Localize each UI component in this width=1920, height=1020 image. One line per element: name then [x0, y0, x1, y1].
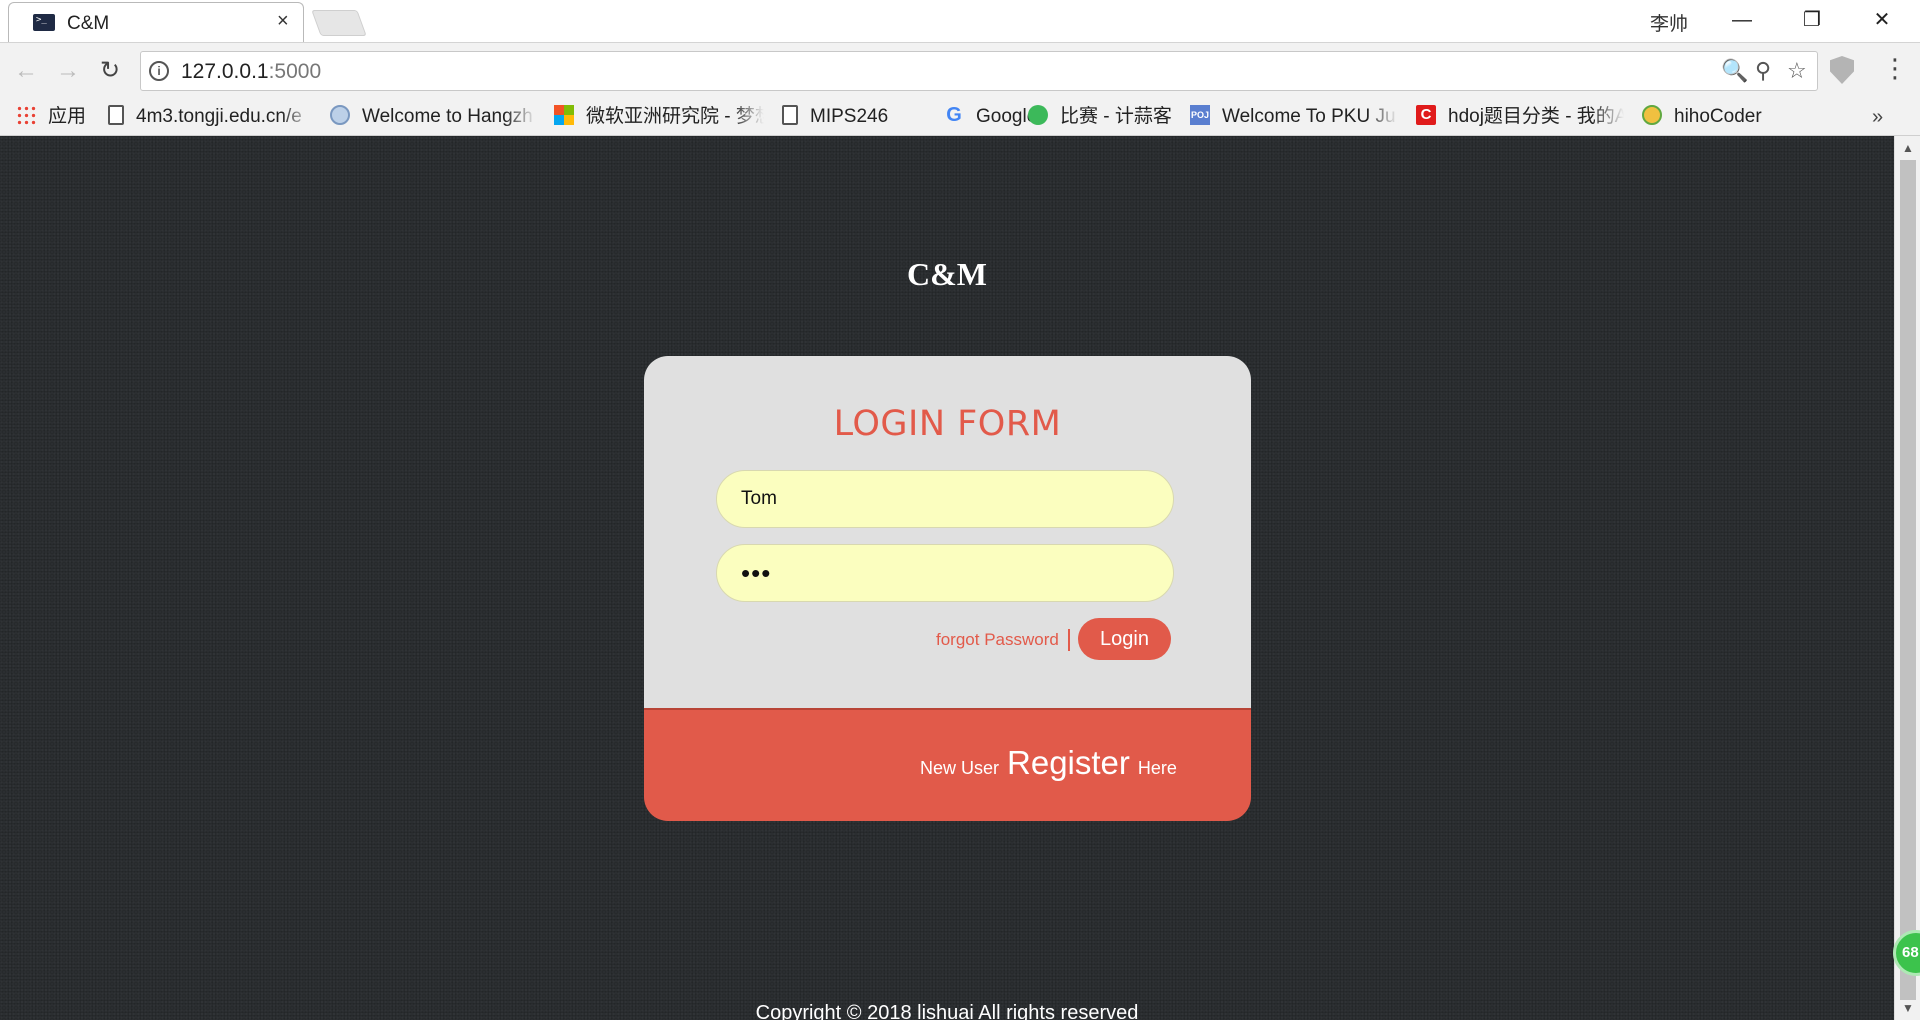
- globe-icon: [330, 104, 350, 125]
- poj-icon: POJ: [1190, 104, 1210, 125]
- brand-title: C&M: [907, 256, 987, 292]
- hdoj-icon: C: [1416, 104, 1436, 125]
- register-banner: New User Register Here: [644, 708, 1251, 821]
- scrollbar-thumb[interactable]: [1900, 160, 1916, 1000]
- close-window-icon[interactable]: ✕: [1862, 4, 1902, 36]
- login-form: LOGIN FORM ••• forgot Password Login: [644, 356, 1251, 708]
- password-input[interactable]: •••: [716, 544, 1174, 602]
- bookmark-jisuanke[interactable]: 比赛 - 计蒜客: [1028, 102, 1184, 132]
- document-icon: [108, 104, 124, 125]
- bookmark-label: 应用: [48, 106, 87, 127]
- login-button[interactable]: Login: [1078, 618, 1171, 660]
- link-divider: [1068, 629, 1070, 651]
- minimize-icon[interactable]: —: [1722, 4, 1762, 36]
- bookmark-poj[interactable]: POJ Welcome To PKU Ju: [1190, 102, 1398, 132]
- address-bar[interactable]: i 127.0.0.1:5000 🔍 ⚲ ☆: [140, 51, 1818, 91]
- terminal-icon: [33, 14, 55, 31]
- menu-dots-icon[interactable]: ⋮: [1882, 53, 1908, 84]
- microsoft-icon: [554, 104, 574, 125]
- bookmark-label: 比赛 - 计蒜客: [1060, 106, 1172, 127]
- extension-shield-icon[interactable]: [1830, 56, 1854, 84]
- bookmark-label: Welcome To PKU Ju: [1222, 106, 1396, 127]
- bookmark-hangzhou[interactable]: Welcome to Hangzh: [330, 102, 536, 132]
- restore-icon[interactable]: ❐: [1792, 4, 1832, 36]
- document-icon: [782, 104, 798, 125]
- forgot-password-link[interactable]: forgot Password: [936, 630, 1059, 650]
- bookmark-label: MIPS246: [810, 106, 889, 127]
- bookmark-hihocoder[interactable]: hihoCoder: [1642, 102, 1792, 132]
- more-bookmarks-icon[interactable]: »: [1872, 102, 1883, 132]
- register-row: New User Register Here: [920, 744, 1177, 782]
- username-input[interactable]: [716, 470, 1174, 528]
- close-tab-icon[interactable]: ×: [277, 10, 289, 33]
- register-suffix: Here: [1137, 758, 1177, 778]
- google-icon: G: [946, 103, 962, 126]
- register-prefix: New User: [920, 758, 1000, 778]
- tab-title: C&M: [67, 13, 110, 34]
- bookmark-hdoj[interactable]: Chdoj题目分类 - 我的A: [1416, 102, 1624, 132]
- zoom-icon[interactable]: 🔍: [1721, 58, 1748, 84]
- reload-icon[interactable]: ↻: [92, 53, 128, 89]
- bookmark-label: 微软亚洲研究院 - 梦想: [586, 106, 764, 127]
- profile-name[interactable]: 李帅: [1650, 9, 1688, 36]
- url-host: 127.0.0.1: [181, 60, 269, 83]
- tab-strip: C&M × 李帅 — ❐ ✕: [0, 0, 1920, 42]
- site-info-icon[interactable]: i: [149, 61, 169, 81]
- page-viewport: C&M LOGIN FORM ••• forgot Password Login…: [0, 136, 1894, 1020]
- apps-icon: [16, 104, 36, 125]
- vertical-scrollbar[interactable]: ▲ ▼: [1894, 136, 1920, 1020]
- hihocoder-icon: [1642, 104, 1662, 125]
- form-title: LOGIN FORM: [833, 404, 1062, 444]
- bookmarks-bar: 应用 4m3.tongji.edu.cn/e Welcome to Hangzh…: [0, 98, 1920, 136]
- bookmark-tongji[interactable]: 4m3.tongji.edu.cn/e: [108, 102, 312, 132]
- bookmark-apps[interactable]: 应用: [16, 102, 98, 132]
- bookmark-label: hdoj题目分类 - 我的A: [1448, 106, 1624, 127]
- new-tab-button[interactable]: [311, 10, 367, 36]
- bookmark-star-icon[interactable]: ☆: [1787, 58, 1807, 84]
- browser-toolbar: ← → ↻ i 127.0.0.1:5000 🔍 ⚲ ☆ ⋮: [0, 42, 1920, 98]
- jisuanke-icon: [1028, 104, 1048, 125]
- url-port: :5000: [268, 60, 322, 83]
- url-text[interactable]: 127.0.0.1:5000: [181, 60, 321, 84]
- bookmark-msra[interactable]: 微软亚洲研究院 - 梦想: [554, 102, 764, 132]
- register-link[interactable]: Register: [1007, 744, 1130, 781]
- back-arrow-icon[interactable]: ←: [8, 53, 44, 89]
- pin-icon[interactable]: ⚲: [1755, 58, 1771, 84]
- browser-tab[interactable]: C&M ×: [8, 2, 304, 42]
- login-card: LOGIN FORM ••• forgot Password Login New…: [644, 356, 1251, 821]
- bookmark-mips246[interactable]: MIPS246: [782, 102, 912, 132]
- bookmark-label: Welcome to Hangzh: [362, 106, 533, 127]
- footer-copyright: Copyright © 2018 lishuai All rights rese…: [755, 1002, 1139, 1020]
- bookmark-label: 4m3.tongji.edu.cn/e: [136, 106, 302, 127]
- scroll-up-icon[interactable]: ▲: [1895, 138, 1920, 158]
- forward-arrow-icon[interactable]: →: [50, 53, 86, 89]
- bookmark-label: hihoCoder: [1674, 106, 1762, 127]
- scroll-down-icon[interactable]: ▼: [1895, 998, 1920, 1018]
